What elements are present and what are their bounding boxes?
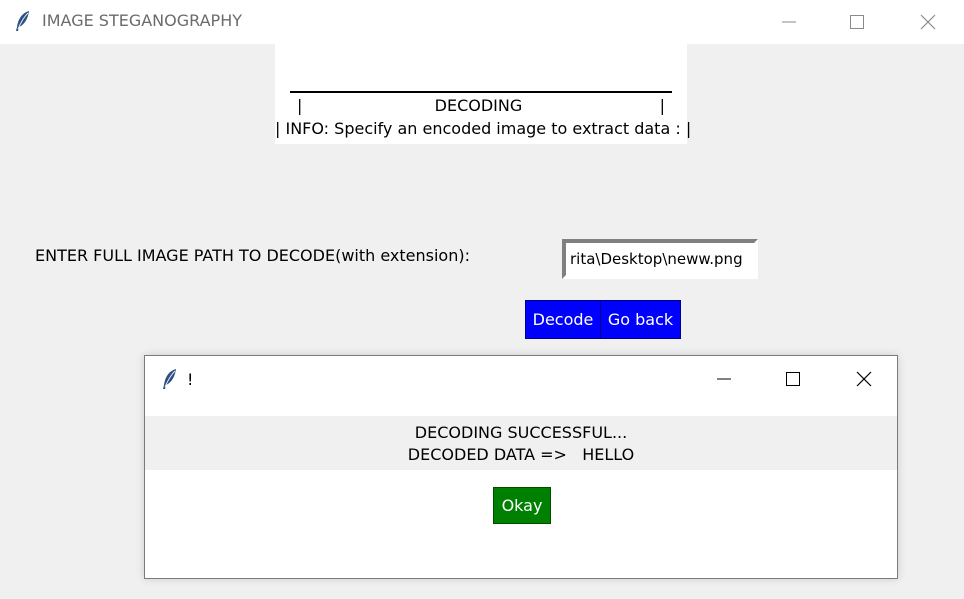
feather-icon	[14, 10, 32, 32]
dialog-message-line1: DECODING SUCCESSFUL...	[414, 423, 628, 442]
dialog-close-button[interactable]	[831, 356, 897, 402]
close-button[interactable]	[893, 0, 963, 44]
decode-button[interactable]: Decode	[525, 300, 601, 339]
close-icon	[920, 14, 936, 30]
window-titlebar: IMAGE STEGANOGRAPHY	[0, 0, 964, 44]
minimize-button[interactable]	[754, 0, 824, 44]
dialog-message: DECODING SUCCESSFUL... DECODED DATA => H…	[145, 422, 897, 466]
dialog-maximize-button[interactable]	[760, 356, 826, 402]
minimize-icon	[717, 378, 731, 380]
header-panel: | DECODING | | INFO: Specify an encoded …	[275, 44, 692, 144]
okay-button[interactable]: Okay	[493, 487, 551, 524]
maximize-icon	[850, 15, 864, 29]
dialog-titlebar: !	[145, 356, 897, 416]
dialog-message-line2: DECODED DATA => HELLO	[407, 445, 635, 464]
maximize-icon	[786, 372, 800, 386]
image-path-label: ENTER FULL IMAGE PATH TO DECODE(with ext…	[35, 246, 470, 265]
minimize-icon	[782, 21, 796, 23]
close-icon	[856, 371, 872, 387]
dialog-title: !	[187, 370, 194, 389]
success-dialog: ! DECODING SUCCESSFUL... DECODED DATA =>…	[144, 355, 898, 579]
dialog-minimize-button[interactable]	[691, 356, 757, 402]
dialog-button-area: Okay	[145, 470, 897, 578]
info-text: | INFO: Specify an encoded image to extr…	[275, 119, 692, 138]
header-divider	[290, 91, 672, 93]
go-back-button[interactable]: Go back	[600, 300, 681, 339]
window-title: IMAGE STEGANOGRAPHY	[42, 11, 242, 30]
maximize-button[interactable]	[822, 0, 892, 44]
image-path-input[interactable]	[562, 239, 758, 279]
feather-icon	[161, 368, 179, 390]
page-title: | DECODING |	[297, 96, 665, 115]
